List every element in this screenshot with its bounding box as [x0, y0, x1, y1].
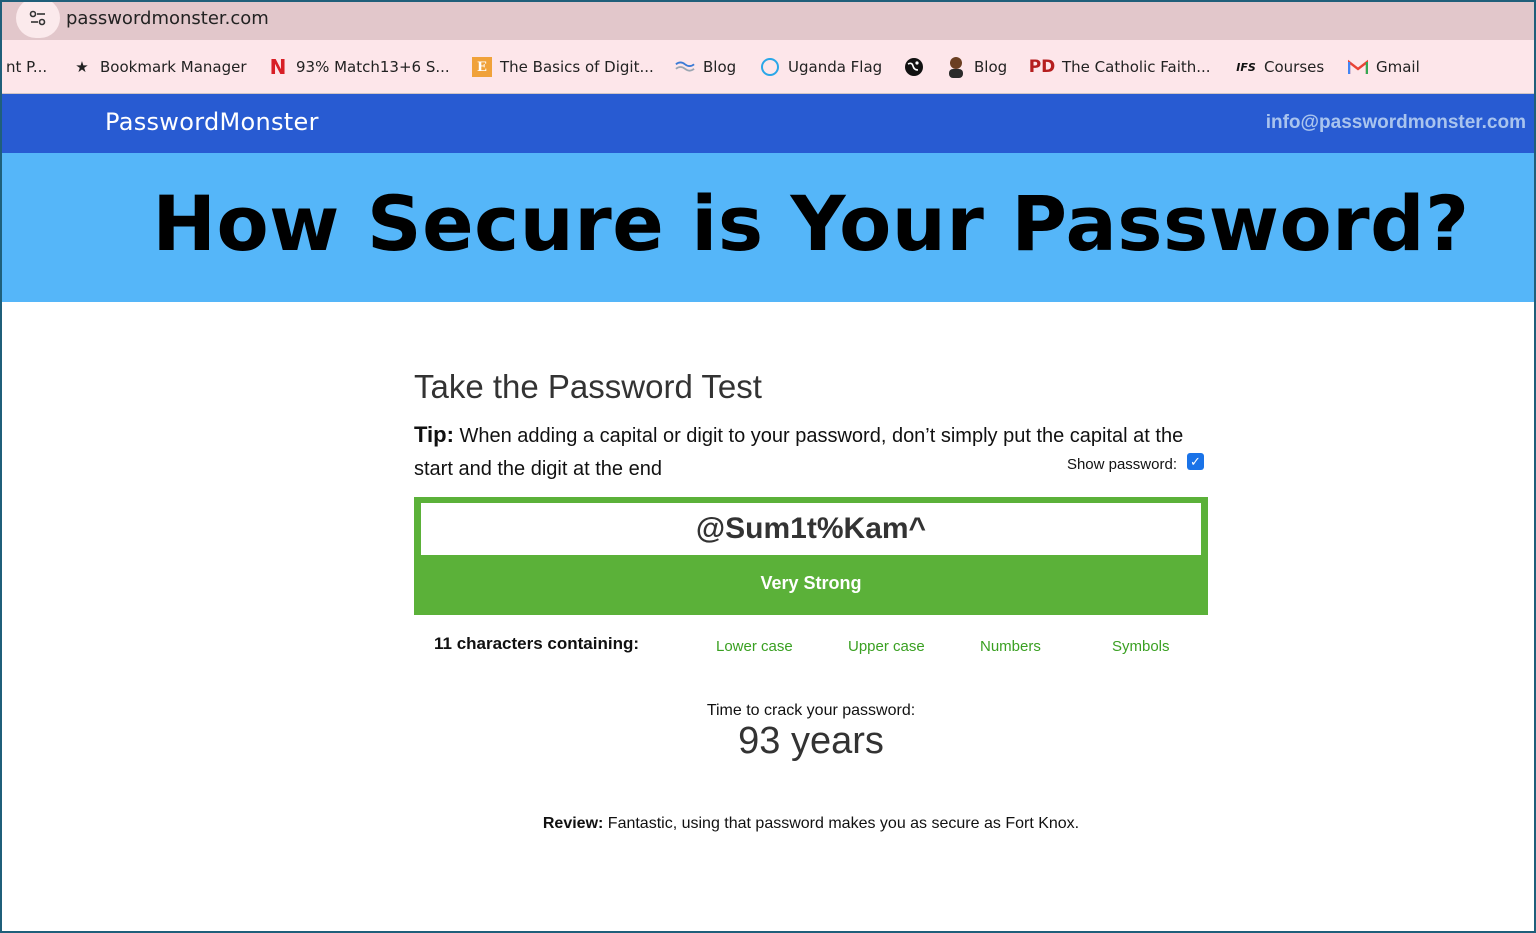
netflix-icon: N — [269, 55, 287, 79]
bookmark-label: nt P... — [6, 58, 48, 76]
bookmark-item-netflix[interactable]: N 93% Match13+6 S... — [268, 40, 450, 94]
site-header: PasswordMonster info@passwordmonster.com — [2, 94, 1534, 153]
review-label: Review: — [542, 815, 604, 832]
gmail-icon — [1348, 57, 1368, 77]
show-password-checkbox[interactable]: ✓ — [1187, 453, 1204, 470]
bookmark-item-blog[interactable]: Blog — [675, 40, 736, 94]
tune-icon — [29, 10, 46, 26]
brand-logo[interactable]: PasswordMonster — [105, 108, 319, 136]
checkmark-icon: ✓ — [1190, 454, 1201, 469]
bookmarks-bar: nt P... ★ Bookmark Manager N 93% Match13… — [2, 40, 1534, 94]
bookmark-item-globe[interactable] — [904, 40, 932, 94]
e-book-icon: E — [472, 57, 492, 77]
circle-icon — [760, 57, 780, 77]
character-count: 11 characters containing: — [434, 634, 640, 653]
crack-time-value: 93 years — [738, 720, 884, 762]
show-password-label: Show password: — [1066, 456, 1177, 473]
hero-banner: How Secure is Your Password? — [2, 153, 1534, 302]
bookmark-item-gmail[interactable]: Gmail — [1348, 40, 1420, 94]
contact-email-link[interactable]: info@passwordmonster.com — [1266, 112, 1526, 134]
ifs-icon: IFS — [1236, 60, 1256, 74]
address-bar: passwordmonster.com — [2, 2, 1534, 40]
bookmark-item[interactable]: nt P... — [6, 40, 47, 94]
bookmark-label: Blog — [703, 58, 737, 76]
avatar-icon — [946, 57, 966, 78]
bookmark-label: Courses — [1264, 58, 1325, 76]
hero-title: How Secure is Your Password? — [152, 179, 1470, 268]
bookmark-item-catholic-faith[interactable]: PD The Catholic Faith... — [1028, 40, 1211, 94]
char-type-lower: Lower case — [716, 638, 793, 655]
bookmark-label: The Basics of Digit... — [500, 58, 654, 76]
bookmark-label: Uganda Flag — [788, 58, 883, 76]
site-info-button[interactable] — [16, 2, 60, 38]
character-summary: 11 characters containing: Lower case Upp… — [414, 634, 1214, 658]
section-title: Take the Password Test — [414, 368, 762, 405]
char-type-symbols: Symbols — [1112, 638, 1170, 655]
password-input[interactable]: @Sum1t%Kam^ — [421, 503, 1201, 555]
pd-icon: PD — [1028, 57, 1056, 77]
bookmark-label: Gmail — [1376, 58, 1420, 76]
browser-window: passwordmonster.com nt P... ★ Bookmark M… — [0, 0, 1536, 933]
char-type-numbers: Numbers — [980, 638, 1041, 655]
globe-icon — [904, 57, 924, 77]
bookmark-item-courses[interactable]: IFS Courses — [1236, 40, 1324, 94]
char-type-upper: Upper case — [848, 638, 925, 655]
show-password-toggle[interactable]: Show password: ✓ — [1066, 453, 1204, 473]
bookmark-item-uganda-flag[interactable]: Uganda Flag — [760, 40, 882, 94]
url-field[interactable]: passwordmonster.com — [66, 8, 269, 29]
strength-label: Very Strong — [760, 573, 862, 593]
review-text: Review: Fantastic, using that password m… — [414, 815, 1208, 833]
password-strength-box: @Sum1t%Kam^ Very Strong — [414, 497, 1208, 615]
bookmark-label: Bookmark Manager — [100, 58, 247, 76]
bookmark-item-blog-2[interactable]: Blog — [946, 40, 1007, 94]
bookmark-label: 93% Match13+6 S... — [296, 58, 450, 76]
star-icon: ★ — [75, 58, 89, 76]
review-body: Fantastic, using that password makes you… — [603, 815, 1080, 832]
tip-label: Tip: — [414, 422, 454, 447]
bookmark-label: The Catholic Faith... — [1062, 58, 1211, 76]
bookmark-label: Blog — [974, 58, 1008, 76]
bookmark-item-basics[interactable]: E The Basics of Digit... — [472, 40, 654, 94]
wave-icon — [675, 57, 695, 77]
crack-time-label: Time to crack your password: — [706, 702, 916, 719]
bookmark-item-bookmark-manager[interactable]: ★ Bookmark Manager — [72, 40, 247, 94]
tip-text: Tip: When adding a capital or digit to y… — [414, 418, 1214, 486]
